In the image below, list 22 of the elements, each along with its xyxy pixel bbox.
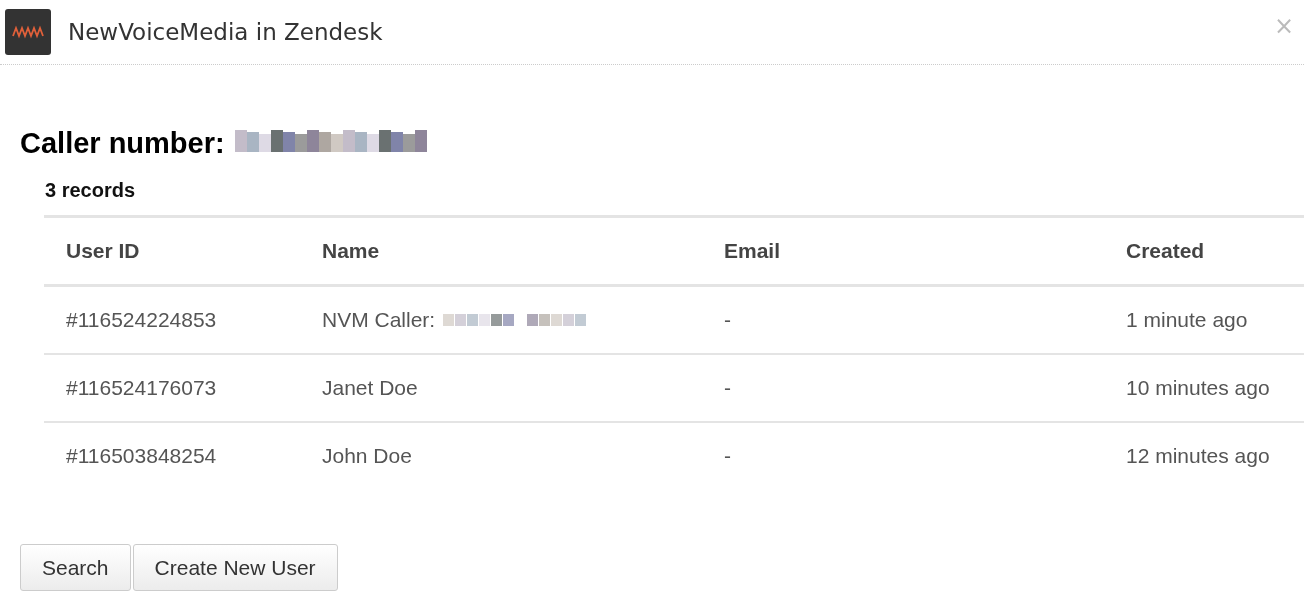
- caller-number-label: Caller number:: [20, 126, 225, 160]
- table-cell: John Doe: [322, 444, 412, 468]
- column-header: User ID: [44, 216, 300, 286]
- action-button[interactable]: Create New User: [132, 544, 338, 591]
- record-count: 3 records: [45, 179, 137, 203]
- table-cell: 1 minute ago: [1104, 285, 1304, 354]
- table-cell: NVM Caller:: [322, 308, 436, 332]
- column-header: Created: [1104, 216, 1304, 286]
- table-cell: -: [702, 354, 1104, 422]
- table-cell: -: [702, 285, 1104, 354]
- table-cell: #116524224853: [44, 285, 300, 354]
- table-cell: 10 minutes ago: [1104, 354, 1304, 422]
- column-header: Name: [300, 216, 702, 286]
- table-cell: 12 minutes ago: [1104, 422, 1304, 489]
- action-button[interactable]: Search: [20, 544, 131, 591]
- table-cell: Janet Doe: [322, 376, 418, 400]
- waveform-logo-icon: [5, 9, 51, 55]
- window-title: NewVoiceMedia in Zendesk: [68, 19, 383, 45]
- table-cell: -: [702, 422, 1104, 489]
- column-header: Email: [702, 216, 1104, 286]
- table-cell: #116503848254: [44, 422, 300, 489]
- table-cell: #116524176073: [44, 354, 300, 422]
